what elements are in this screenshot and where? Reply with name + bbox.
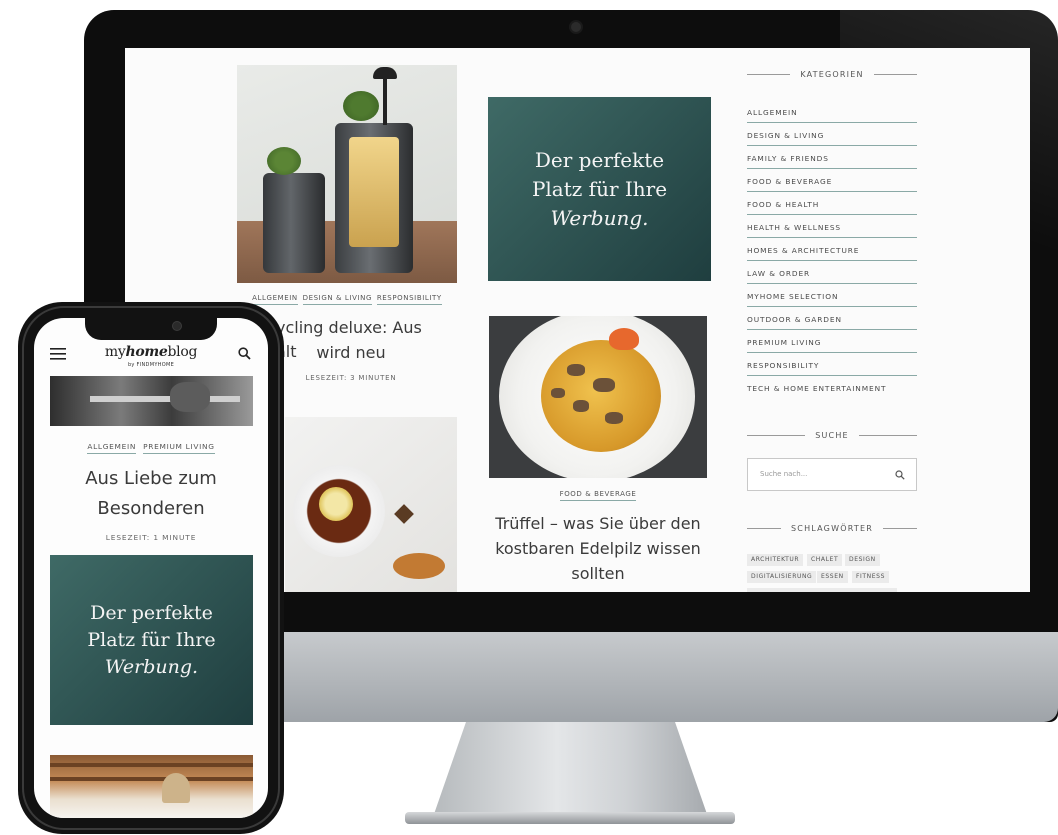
reading-time: LESEZEIT: 1 MINUTE [105,533,197,542]
mobile-screen: myhomeblog by FINDMYHOME ALLGEMEIN PREMI… [34,318,268,818]
tag-chip[interactable]: DIGITALISIERUNG [747,571,817,583]
tag-link[interactable]: RESPONSIBILITY [376,294,442,305]
tag-chip-row-cut [747,588,897,592]
ad-placeholder[interactable]: Der perfekte Platz für Ihre Werbung. [50,555,253,725]
category-link[interactable]: DESIGN & LIVING [747,123,917,146]
tag-link[interactable]: ALLGEMEIN [252,294,298,305]
article-tags: ALLGEMEIN DESIGN & LIVING RESPONSIBILITY [237,294,457,305]
sidebar-heading-categories: KATEGORIEN [747,70,917,79]
sidebar-heading-tags: SCHLAGWÖRTER [747,524,917,533]
category-link[interactable]: HEALTH & WELLNESS [747,215,917,238]
tag-chip[interactable]: FITNESS [852,571,889,583]
site-logo[interactable]: myhomeblog [34,344,268,360]
category-link[interactable]: FAMILY & FRIENDS [747,146,917,169]
article-image-tea[interactable] [285,417,457,592]
category-link[interactable]: MYHOME SELECTION [747,284,917,307]
category-link[interactable]: LAW & ORDER [747,261,917,284]
phone-camera-icon [173,322,181,330]
imac-stand [433,722,708,817]
phone-notch [85,318,217,340]
reading-time: LESEZEIT: 3 MINUTEN [305,374,397,382]
category-link[interactable]: FOOD & BEVERAGE [747,169,917,192]
category-link[interactable]: ALLGEMEIN [747,100,917,123]
category-link[interactable]: TECH & HOME ENTERTAINMENT [747,376,917,399]
search-placeholder: Suche nach... [760,470,808,478]
category-link[interactable]: PREMIUM LIVING [747,330,917,353]
sidebar-search-input[interactable]: Suche nach... [747,458,917,491]
ad-placeholder[interactable]: Der perfekte Platz für Ihre Werbung. [488,97,711,281]
category-link[interactable]: FOOD & HEALTH [747,192,917,215]
article-title-line[interactable]: Trüffel – was Sie über den [489,512,707,536]
tag-chip[interactable]: CHALET [807,554,843,566]
category-link[interactable]: RESPONSIBILITY [747,353,917,376]
article-tags: FOOD & BEVERAGE [489,490,707,501]
article-image-barrel-lamp[interactable] [237,65,457,283]
category-list: ALLGEMEIN DESIGN & LIVING FAMILY & FRIEN… [747,100,917,399]
ad-text-line: Platz für Ihre [87,628,216,651]
tag-link[interactable]: DESIGN & LIVING [302,294,372,305]
tag-chip[interactable]: ESSEN [817,571,848,583]
sidebar-heading-search: SUCHE [747,431,917,440]
tag-link[interactable]: FOOD & BEVERAGE [559,490,637,501]
search-icon[interactable] [238,347,251,360]
tag-chip[interactable]: DESIGN [845,554,880,566]
article-title[interactable]: Aus Liebe zum Besonderen [34,464,268,524]
article-image-top[interactable] [50,376,253,426]
tag-link[interactable]: ALLGEMEIN [87,442,137,454]
article-title-line[interactable]: sollten [489,562,707,586]
search-icon[interactable] [895,470,905,480]
tag-link[interactable]: PREMIUM LIVING [143,442,215,454]
article-tags: ALLGEMEIN PREMIUM LIVING [34,442,268,454]
ad-text-line: Platz für Ihre [531,176,668,201]
category-link[interactable]: HOMES & ARCHITECTURE [747,238,917,261]
article-image-bottom[interactable] [50,755,253,818]
article-image-truffle-pasta[interactable] [489,316,707,478]
tag-chip[interactable]: ARCHITEKTUR [747,554,804,566]
article-title-line[interactable]: wird neu [276,341,426,365]
category-link[interactable]: OUTDOOR & GARDEN [747,307,917,330]
ad-text-line: Werbung. [104,655,199,678]
ad-text-line: Werbung. [550,205,649,230]
site-logo-subline: by FINDMYHOME [127,362,175,368]
imac-stand-base [405,812,735,824]
ad-text-line: Der perfekte [90,601,213,624]
article-title-line[interactable]: kostbaren Edelpilz wissen [489,537,707,561]
imac-chin [283,632,1058,722]
ad-text-line: Der perfekte [534,147,665,172]
imac-camera-icon [571,22,581,32]
